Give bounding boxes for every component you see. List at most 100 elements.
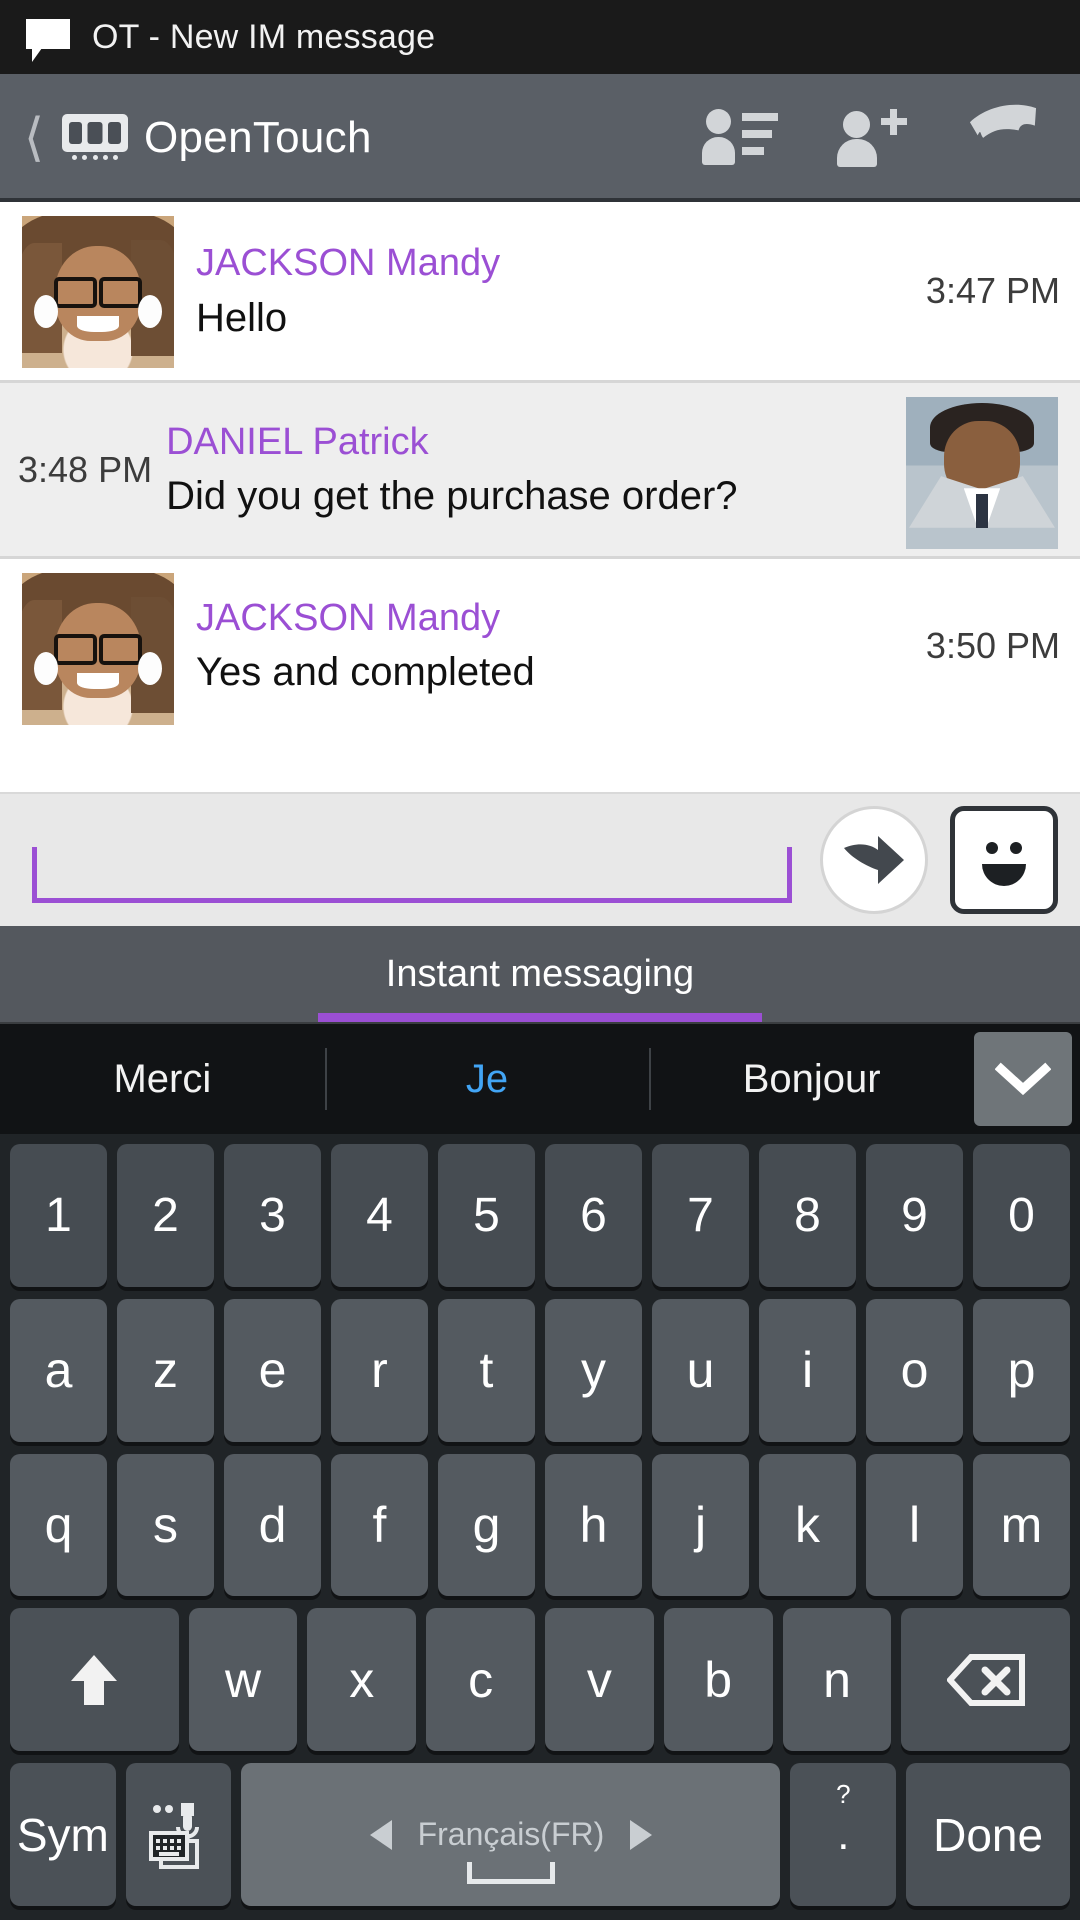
key-8[interactable]: 8: [759, 1144, 856, 1287]
avatar: [22, 573, 174, 725]
app-title: OpenTouch: [144, 113, 372, 162]
keyboard-row-bottom: Sym Français(FR) ? . Done: [6, 1763, 1074, 1906]
message-time: 3:48 PM: [18, 448, 153, 490]
key-1[interactable]: 1: [10, 1144, 107, 1287]
space-language-label: Français(FR): [417, 1816, 605, 1853]
keyboard-row-1: a z e r t y u i o p: [6, 1298, 1074, 1442]
key-5[interactable]: 5: [438, 1144, 535, 1287]
smiley-face-icon: [982, 842, 1026, 886]
key-q[interactable]: q: [10, 1453, 107, 1597]
key-2[interactable]: 2: [117, 1144, 214, 1287]
key-z[interactable]: z: [117, 1298, 214, 1442]
key-s[interactable]: s: [117, 1453, 214, 1597]
backspace-glyph: [946, 1653, 1025, 1706]
status-bar-text: OT - New IM message: [92, 17, 436, 56]
add-contact-icon[interactable]: [830, 96, 914, 180]
key-k[interactable]: k: [759, 1453, 856, 1597]
key-6[interactable]: 6: [545, 1144, 642, 1287]
message-row[interactable]: JACKSON Mandy Yes and completed 3:50 PM: [0, 556, 1080, 732]
key-m[interactable]: m: [973, 1453, 1070, 1597]
key-o[interactable]: o: [866, 1298, 963, 1442]
key-h[interactable]: h: [545, 1453, 642, 1597]
message-body: DANIEL Patrick Did you get the purchase …: [162, 397, 884, 542]
action-bar-buttons: [698, 96, 1052, 180]
key-9[interactable]: 9: [866, 1144, 963, 1287]
suggestion-item[interactable]: Bonjour: [649, 1024, 974, 1134]
symbols-key[interactable]: Sym: [10, 1763, 116, 1906]
call-icon-svg: [969, 104, 1037, 138]
message-time: 3:47 PM: [925, 270, 1060, 311]
suggestion-item[interactable]: Je: [324, 1024, 650, 1134]
key-n[interactable]: n: [782, 1608, 892, 1752]
period-key[interactable]: ? .: [790, 1763, 897, 1906]
message-text: Yes and completed: [196, 650, 535, 695]
key-u[interactable]: u: [652, 1298, 749, 1442]
key-x[interactable]: x: [307, 1608, 417, 1752]
key-p[interactable]: p: [973, 1298, 1070, 1442]
key-0[interactable]: 0: [973, 1144, 1070, 1287]
call-icon[interactable]: [962, 96, 1046, 180]
message-body: JACKSON Mandy Hello: [196, 216, 926, 366]
shift-glyph: [71, 1654, 118, 1705]
key-l[interactable]: l: [866, 1453, 963, 1597]
chevron-down-icon[interactable]: [974, 1032, 1073, 1126]
tab-instant-messaging[interactable]: Instant messaging: [386, 953, 694, 996]
message-row[interactable]: JACKSON Mandy Hello 3:47 PM: [0, 202, 1080, 380]
tab-strip: Instant messaging: [0, 926, 1080, 1022]
key-a[interactable]: a: [10, 1298, 107, 1442]
message-input[interactable]: [32, 847, 792, 903]
key-w[interactable]: w: [188, 1608, 298, 1752]
chevron-down-glyph: [995, 1062, 1052, 1096]
shift-up-arrow-icon[interactable]: [9, 1608, 179, 1752]
space-key[interactable]: Français(FR): [241, 1763, 781, 1906]
mic-keyboard-icon[interactable]: [125, 1763, 232, 1906]
message-sender: DANIEL Patrick: [166, 420, 429, 463]
period-label: .: [837, 1809, 850, 1859]
key-e[interactable]: e: [224, 1298, 321, 1442]
soft-keyboard: 1 2 3 4 5 6 7 8 9 0 a z e r t y u i o p …: [0, 1134, 1080, 1920]
key-7[interactable]: 7: [652, 1144, 749, 1287]
mic-keyboard-glyph: [148, 1802, 199, 1869]
message-time: 3:50 PM: [925, 624, 1060, 666]
tab-active-underline: [318, 1013, 762, 1022]
backspace-icon[interactable]: [901, 1608, 1071, 1752]
key-3[interactable]: 3: [224, 1144, 321, 1287]
message-text: Did you get the purchase order?: [166, 474, 738, 519]
key-v[interactable]: v: [545, 1608, 654, 1752]
message-row[interactable]: 3:48 PM DANIEL Patrick Did you get the p…: [0, 380, 1080, 556]
keyboard-row-3: w x c v b n: [6, 1608, 1074, 1752]
key-i[interactable]: i: [759, 1298, 856, 1442]
key-f[interactable]: f: [331, 1453, 428, 1597]
done-key[interactable]: Done: [906, 1763, 1070, 1906]
key-c[interactable]: c: [426, 1608, 535, 1752]
action-bar: ⟨ OpenTouch: [0, 74, 1080, 202]
contacts-list-icon[interactable]: [698, 96, 782, 180]
message-bubble-icon: [26, 17, 70, 62]
key-d[interactable]: d: [224, 1453, 321, 1597]
key-y[interactable]: y: [545, 1298, 642, 1442]
suggestion-item[interactable]: Merci: [0, 1024, 325, 1134]
space-underscore-icon: [466, 1861, 555, 1884]
message-sender: JACKSON Mandy: [196, 242, 501, 285]
right-triangle-icon[interactable]: [630, 1819, 653, 1850]
conversation-list[interactable]: JACKSON Mandy Hello 3:47 PM 3:48 PM DANI…: [0, 202, 1080, 792]
suggestion-bar: Merci Je Bonjour: [0, 1022, 1080, 1134]
period-sub-label: ?: [836, 1779, 851, 1810]
message-sender: JACKSON Mandy: [196, 596, 501, 639]
avatar: [906, 397, 1058, 549]
key-g[interactable]: g: [438, 1453, 535, 1597]
key-b[interactable]: b: [663, 1608, 773, 1752]
message-body: JACKSON Mandy Yes and completed: [196, 573, 926, 718]
avatar: [22, 216, 174, 368]
send-button[interactable]: [820, 806, 928, 914]
key-t[interactable]: t: [438, 1298, 535, 1442]
key-r[interactable]: r: [331, 1298, 428, 1442]
back-chevron-icon[interactable]: ⟨: [12, 112, 56, 164]
message-text: Hello: [196, 295, 288, 340]
left-triangle-icon[interactable]: [369, 1819, 392, 1850]
emoji-button[interactable]: [950, 806, 1058, 914]
compose-bar: [0, 792, 1080, 926]
key-4[interactable]: 4: [331, 1144, 428, 1287]
key-j[interactable]: j: [652, 1453, 749, 1597]
phone-screen: OT - New IM message ⟨ OpenTouch JACKSON …: [0, 0, 1080, 1920]
